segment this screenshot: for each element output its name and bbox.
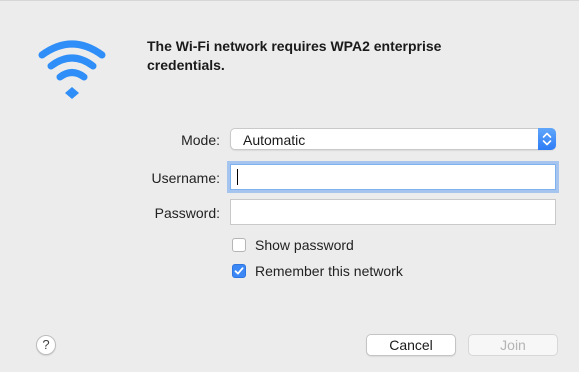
- wifi-credentials-dialog: The Wi-Fi network requires WPA2 enterpri…: [0, 0, 579, 372]
- chevron-up-down-icon: [538, 128, 556, 150]
- remember-network-label: Remember this network: [255, 263, 403, 279]
- remember-network-checkbox[interactable]: [232, 264, 246, 278]
- cancel-button[interactable]: Cancel: [366, 334, 456, 356]
- mode-select[interactable]: Automatic: [230, 128, 556, 150]
- show-password-checkbox[interactable]: [232, 238, 246, 252]
- username-input[interactable]: [230, 164, 556, 190]
- mode-label: Mode:: [181, 132, 220, 148]
- password-label: Password:: [154, 205, 220, 221]
- password-input[interactable]: [230, 199, 556, 225]
- join-button[interactable]: Join: [468, 334, 558, 356]
- checkmark-icon: [234, 267, 244, 275]
- text-caret: [237, 169, 238, 185]
- mode-select-value: Automatic: [243, 132, 306, 148]
- show-password-label: Show password: [255, 237, 354, 253]
- wifi-icon: [38, 40, 106, 99]
- username-label: Username:: [151, 170, 220, 186]
- dialog-heading: The Wi-Fi network requires WPA2 enterpri…: [147, 38, 442, 73]
- help-button[interactable]: ?: [36, 335, 56, 355]
